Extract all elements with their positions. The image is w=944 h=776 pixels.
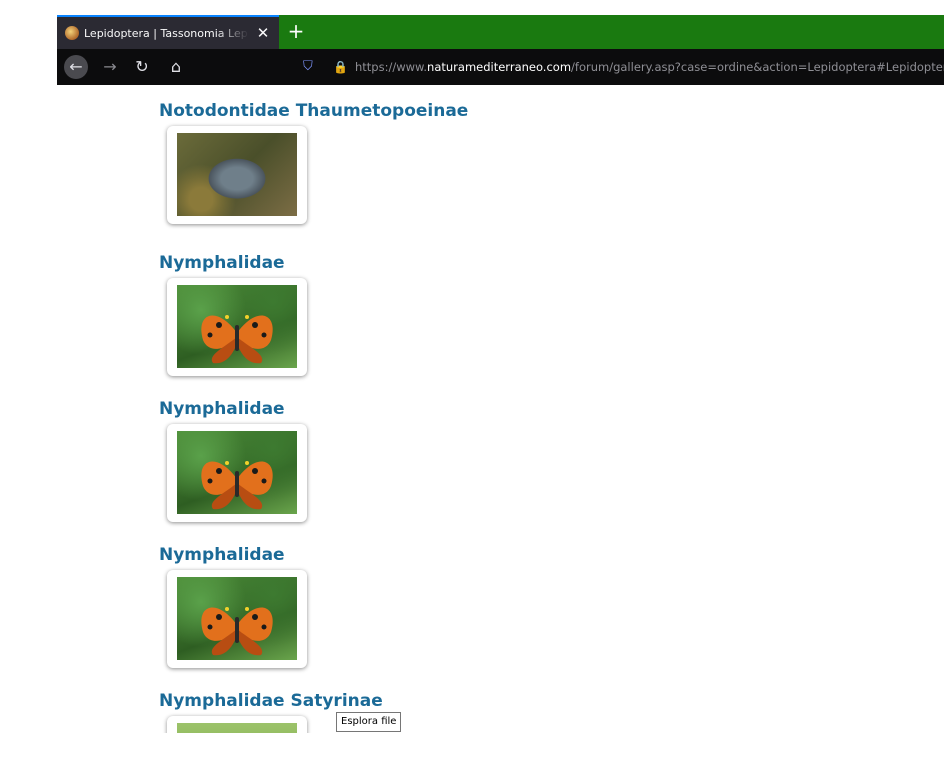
butterfly-photo[interactable] bbox=[177, 431, 297, 514]
url-domain: naturamediterraneo.com bbox=[427, 60, 572, 74]
section-title[interactable]: Nymphalidae Satyrinae bbox=[159, 690, 383, 712]
thumbnail-card[interactable] bbox=[167, 716, 307, 733]
section-title[interactable]: Nymphalidae bbox=[159, 544, 285, 566]
back-button[interactable]: ← bbox=[64, 55, 88, 79]
left-arrow-icon: ← bbox=[69, 57, 83, 76]
thumbnail-card[interactable] bbox=[167, 126, 307, 224]
url-path: /forum/gallery.asp?case=ordine&action=Le… bbox=[571, 60, 944, 74]
address-bar[interactable]: ⛉ 🔒 https://www.naturamediterraneo.com/f… bbox=[297, 54, 944, 80]
url-text[interactable]: https://www.naturamediterraneo.com/forum… bbox=[355, 59, 944, 75]
tab-title: Lepidoptera | Tassonomia Lepidoptera bbox=[84, 27, 249, 40]
lock-icon[interactable]: 🔒 bbox=[333, 60, 348, 74]
navigation-bar: ← → ↻ ⌂ ⛉ 🔒 https://www.naturamediterran… bbox=[57, 49, 944, 85]
section-title[interactable]: Nymphalidae bbox=[159, 398, 285, 420]
gallery-content: Notodontidae Thaumetopoeinae Nymphalidae bbox=[0, 85, 944, 733]
section-title[interactable]: Nymphalidae bbox=[159, 252, 285, 274]
tab-bar: Lepidoptera | Tassonomia Lepidoptera ✕ + bbox=[57, 15, 944, 49]
gallery-section: Notodontidae Thaumetopoeinae bbox=[159, 100, 468, 224]
gallery-section: Nymphalidae bbox=[159, 398, 307, 522]
new-tab-button[interactable]: + bbox=[285, 20, 307, 42]
green-photo[interactable] bbox=[177, 723, 297, 733]
butterfly-photo[interactable] bbox=[177, 285, 297, 368]
gallery-section: Nymphalidae Satyrinae bbox=[159, 690, 383, 733]
browser-chrome: Lepidoptera | Tassonomia Lepidoptera ✕ +… bbox=[57, 15, 944, 85]
right-arrow-icon: → bbox=[103, 57, 117, 76]
section-title[interactable]: Notodontidae Thaumetopoeinae bbox=[159, 100, 468, 122]
butterfly-shape bbox=[201, 461, 273, 510]
close-tab-icon[interactable]: ✕ bbox=[253, 23, 273, 43]
home-button[interactable]: ⌂ bbox=[165, 56, 187, 78]
shield-icon[interactable]: ⛉ bbox=[303, 60, 315, 74]
site-favicon-icon bbox=[65, 26, 79, 40]
butterfly-shape bbox=[201, 607, 273, 656]
thumbnail-card[interactable] bbox=[167, 278, 307, 376]
reload-button[interactable]: ↻ bbox=[131, 56, 153, 78]
gallery-section: Nymphalidae bbox=[159, 544, 307, 668]
gallery-section: Nymphalidae bbox=[159, 252, 307, 376]
tooltip: Esplora file bbox=[336, 712, 402, 732]
thumbnail-card[interactable] bbox=[167, 570, 307, 668]
butterfly-photo[interactable] bbox=[177, 577, 297, 660]
thumbnail-card[interactable] bbox=[167, 424, 307, 522]
butterfly-shape bbox=[201, 315, 273, 364]
home-icon: ⌂ bbox=[170, 57, 182, 76]
url-prefix: https://www. bbox=[355, 60, 428, 74]
reload-icon: ↻ bbox=[135, 57, 149, 76]
caterpillar-nest-photo[interactable] bbox=[177, 133, 297, 216]
browser-tab[interactable]: Lepidoptera | Tassonomia Lepidoptera ✕ bbox=[57, 15, 279, 49]
forward-button[interactable]: → bbox=[99, 56, 121, 78]
